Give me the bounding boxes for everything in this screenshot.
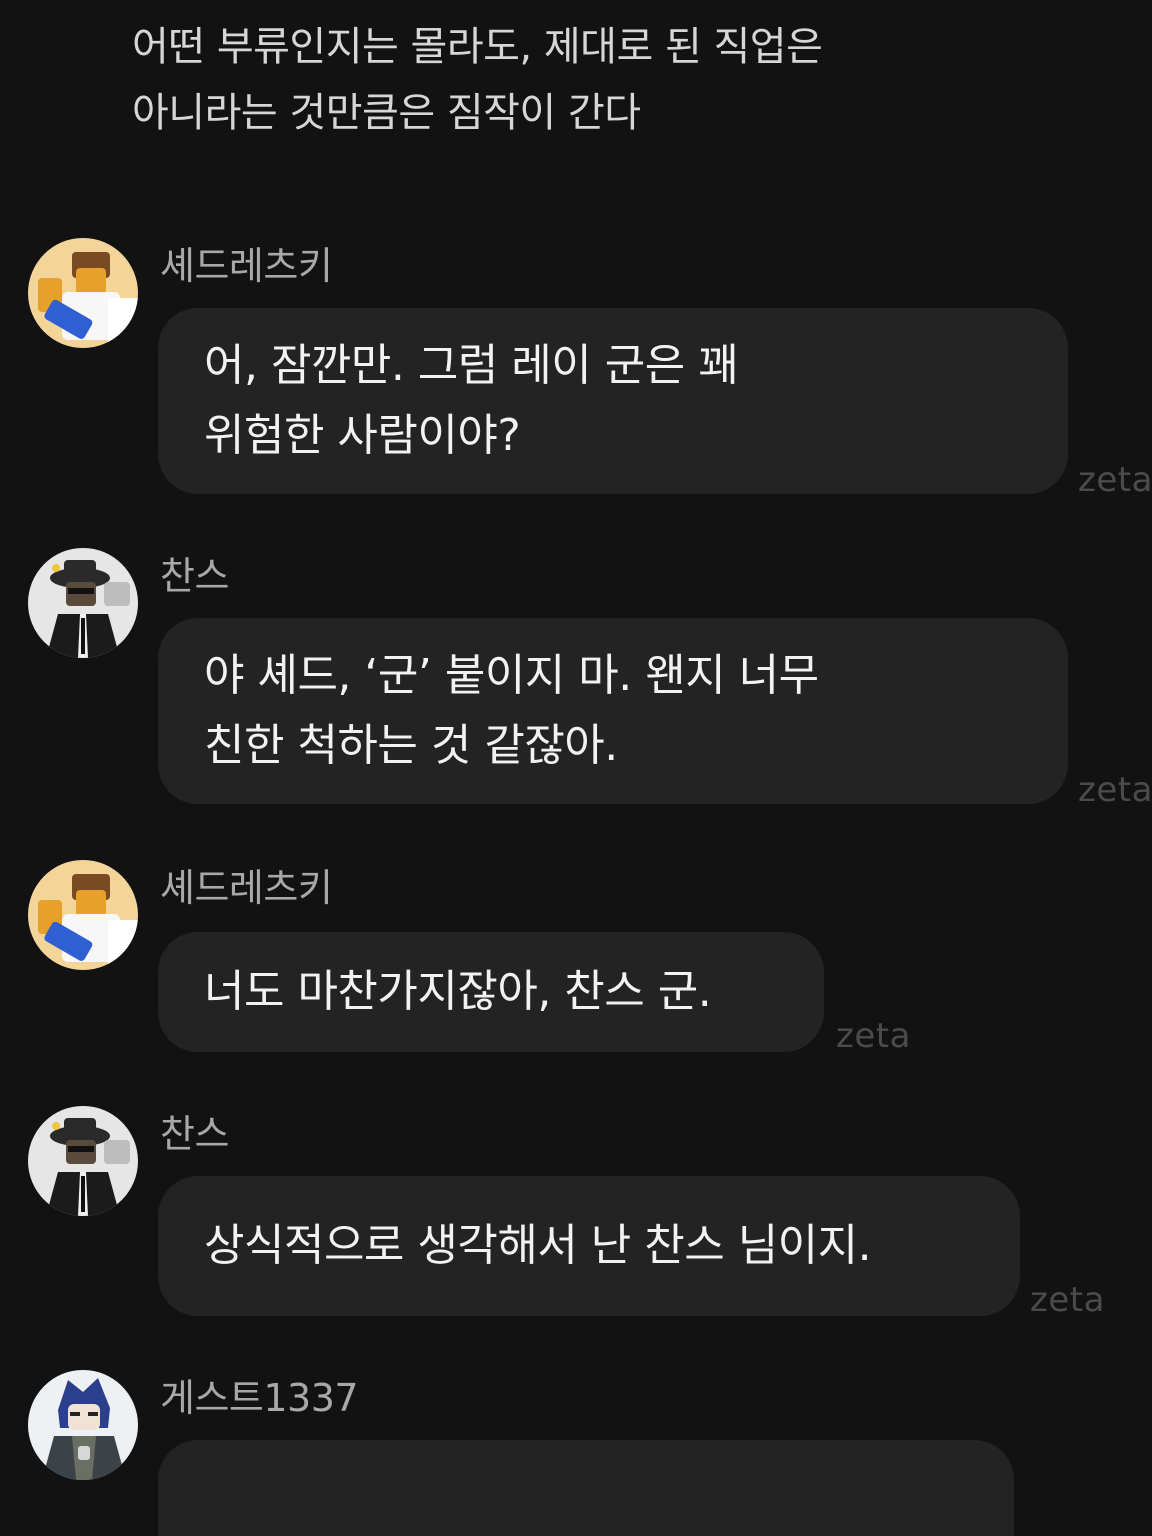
message-bubble[interactable]: 너도 마찬가지잖아, 찬스 군.: [158, 932, 824, 1052]
message-line: 친한 척하는 것 같잖아.: [204, 720, 618, 771]
message-line: 위험한 사람이야?: [204, 410, 521, 461]
sender-name: 셰드레츠키: [160, 866, 333, 910]
chat-screen: 어떤 부류인지는 몰라도, 제대로 된 직업은 아니라는 것만큼은 짐작이 간다…: [0, 0, 1152, 1536]
message-bubble[interactable]: 상식적으로 생각해서 난 찬스 님이지.: [158, 1176, 1020, 1316]
sender-name: 셰드레츠키: [160, 244, 333, 288]
message-line: 너도 마찬가지잖아, 찬스 군.: [204, 966, 712, 1017]
chance-avatar[interactable]: [28, 548, 138, 658]
zeta-watermark: zeta: [1030, 1280, 1105, 1320]
zeta-watermark: zeta: [1078, 460, 1152, 500]
message-bubble[interactable]: 어, 잠깐만. 그럼 레이 군은 꽤 위험한 사람이야?: [158, 308, 1068, 494]
narration-text: 어떤 부류인지는 몰라도, 제대로 된 직업은 아니라는 것만큼은 짐작이 간다: [132, 14, 1032, 146]
shedletsky-avatar[interactable]: [28, 238, 138, 348]
message-bubble[interactable]: 야 셰드, ‘군’ 붙이지 마. 왠지 너무 친한 척하는 것 같잖아.: [158, 618, 1068, 804]
message-line: 야 셰드, ‘군’ 붙이지 마. 왠지 너무: [204, 650, 819, 701]
zeta-watermark: zeta: [1078, 770, 1152, 810]
message-bubble[interactable]: [158, 1440, 1014, 1536]
message-line: 상식적으로 생각해서 난 찬스 님이지.: [204, 1220, 872, 1271]
sender-name: 찬스: [160, 1112, 229, 1156]
shedletsky-avatar[interactable]: [28, 860, 138, 970]
guest1337-avatar[interactable]: [28, 1370, 138, 1480]
narration-line: 아니라는 것만큼은 짐작이 간다: [132, 90, 641, 136]
sender-name: 게스트1337: [160, 1376, 359, 1420]
message-line: 어, 잠깐만. 그럼 레이 군은 꽤: [204, 340, 739, 391]
narration-line: 어떤 부류인지는 몰라도, 제대로 된 직업은: [132, 24, 823, 70]
sender-name: 찬스: [160, 554, 229, 598]
zeta-watermark: zeta: [836, 1016, 911, 1056]
chance-avatar[interactable]: [28, 1106, 138, 1216]
